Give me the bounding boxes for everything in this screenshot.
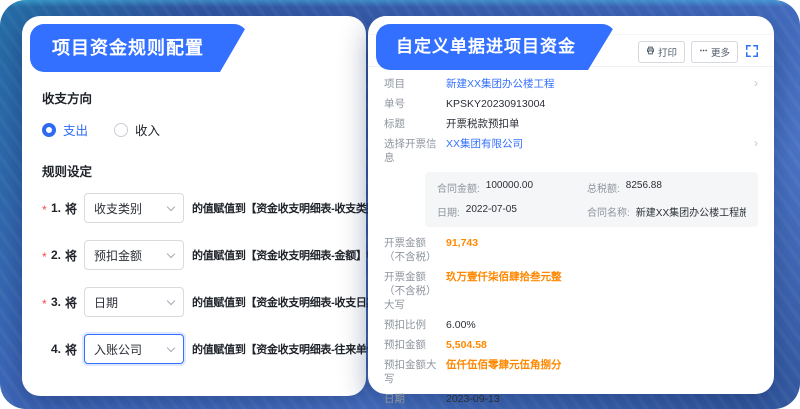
rule-row-1: * 1. 将 收支类别 的值赋值到【资金收支明细表-收支类别】中	[42, 193, 354, 223]
field-row-invoice-amount-caps: 开票金额（不含税）大写 玖万壹仟柒佰肆拾叁元整	[368, 267, 774, 315]
rule-3-field-select[interactable]: 日期	[84, 287, 184, 317]
rule-2-field-select[interactable]: 预扣金额	[84, 240, 184, 270]
field-row-withhold-ratio: 预扣比例 6.00%	[368, 315, 774, 335]
contract-tax: 总税额: 8256.88	[587, 180, 746, 195]
contract-name-label: 合同名称:	[587, 204, 630, 219]
chevron-down-icon	[167, 296, 175, 304]
contract-tax-value: 8256.88	[626, 180, 662, 195]
radio-expense-label: 支出	[63, 120, 88, 139]
required-asterisk: *	[42, 250, 51, 264]
invoice-amount-value: 91,743	[446, 236, 478, 250]
printer-icon	[646, 46, 655, 58]
contract-date-label: 日期:	[437, 204, 460, 219]
field-label: 日期	[384, 392, 446, 406]
contract-name-value: 新建XX集团办公楼工程施工总承包合同	[636, 204, 746, 219]
direction-section-label: 收支方向	[42, 88, 354, 107]
contract-name: 合同名称: 新建XX集团办公楼工程施工总承包合同	[587, 204, 746, 219]
field-label: 单号	[384, 97, 446, 111]
field-label: 预扣金额	[384, 338, 446, 352]
radio-income-label: 收入	[135, 120, 160, 139]
select-value: 预扣金额	[94, 247, 142, 264]
radio-income[interactable]: 收入	[114, 120, 160, 139]
rule-row-2: * 2. 将 预扣金额 的值赋值到【资金收支明细表-金额】中	[42, 240, 354, 270]
field-label: 项目	[384, 77, 446, 91]
rule-index: 4.	[51, 342, 61, 356]
panel-title-badge: 自定义单据进项目资金	[376, 24, 616, 70]
detail-fields: 项目 新建XX集团办公楼工程 › 单号 KPSKY20230913004 标题 …	[368, 67, 774, 409]
marketing-frame: 项目资金规则配置 收支方向 支出 收入 规则设定 * 1. 将	[0, 0, 800, 409]
contract-date-value: 2022-07-05	[466, 204, 517, 219]
required-asterisk: *	[42, 297, 51, 311]
document-detail-panel: 自定义单据进项目资金 打印 更多 基本信息 审批记录	[368, 16, 774, 394]
contract-summary-box: 合同金额: 100000.00 总税额: 8256.88 日期: 2022-07…	[425, 172, 758, 227]
rule-config-panel: 项目资金规则配置 收支方向 支出 收入 规则设定 * 1. 将	[22, 16, 366, 396]
more-button-label: 更多	[711, 45, 730, 59]
rule-prefix: 将	[65, 341, 77, 358]
withhold-ratio-value: 6.00%	[446, 318, 476, 332]
field-row-project: 项目 新建XX集团办公楼工程 ›	[368, 74, 774, 94]
rule-prefix: 将	[65, 294, 77, 311]
print-button-label: 打印	[658, 45, 677, 59]
contract-amount-label: 合同金额:	[437, 180, 480, 195]
contract-date: 日期: 2022-07-05	[437, 204, 587, 219]
direction-radio-group: 支出 收入	[42, 120, 354, 139]
field-row-withhold-amount: 预扣金额 5,504.58	[368, 335, 774, 355]
field-label: 开票金额（不含税）	[384, 236, 446, 264]
radio-expense[interactable]: 支出	[42, 120, 88, 139]
chevron-down-icon	[167, 343, 175, 351]
rules-section-label: 规则设定	[42, 161, 354, 180]
contract-tax-label: 总税额:	[587, 180, 620, 195]
radio-unselected-icon	[114, 123, 128, 137]
more-button[interactable]: 更多	[691, 41, 738, 63]
select-value: 收支类别	[94, 200, 142, 217]
contract-amount-value: 100000.00	[486, 180, 533, 195]
rule-prefix: 将	[65, 247, 77, 264]
field-row-invoice-info: 选择开票信息 XX集团有限公司 ›	[368, 134, 774, 168]
withhold-amount-value: 5,504.58	[446, 338, 487, 352]
rule-index: 2.	[51, 248, 61, 262]
rule-4-field-select[interactable]: 入账公司	[84, 334, 184, 364]
field-label: 预扣金额大写	[384, 358, 446, 386]
rule-suffix: 的值赋值到【资金收支明细表-金额】中	[192, 247, 377, 263]
chevron-down-icon	[167, 249, 175, 257]
header-toolbar: 打印 更多	[638, 41, 760, 63]
rule-1-field-select[interactable]: 收支类别	[84, 193, 184, 223]
rule-row-4: * 4. 将 入账公司 的值赋值到【资金收支明细表-往来单位】中	[42, 334, 354, 364]
field-row-withhold-amount-caps: 预扣金额大写 伍仟伍佰零肆元伍角捌分	[368, 355, 774, 389]
field-row-doc-no: 单号 KPSKY20230913004	[368, 94, 774, 114]
project-link[interactable]: 新建XX集团办公楼工程	[446, 77, 555, 91]
panel-title-badge: 项目资金规则配置	[30, 24, 248, 72]
rule-row-3: * 3. 将 日期 的值赋值到【资金收支明细表-收支日期】中	[42, 287, 354, 317]
field-value: 开票税款预扣单	[446, 117, 520, 131]
rule-index: 3.	[51, 295, 61, 309]
required-asterisk: *	[42, 203, 51, 217]
fullscreen-icon	[745, 44, 759, 61]
withhold-amount-caps-value: 伍仟伍佰零肆元伍角捌分	[446, 358, 562, 372]
field-row-invoice-amount: 开票金额（不含税） 91,743	[368, 233, 774, 267]
invoice-amount-caps-value: 玖万壹仟柒佰肆拾叁元整	[446, 270, 562, 284]
field-row-date: 日期 2023-09-13	[368, 389, 774, 409]
field-label: 预扣比例	[384, 318, 446, 332]
field-row-title: 标题 开票税款预扣单	[368, 114, 774, 134]
field-label: 标题	[384, 117, 446, 131]
chevron-down-icon	[167, 202, 175, 210]
radio-selected-icon	[42, 123, 56, 137]
print-button[interactable]: 打印	[638, 41, 685, 63]
field-label: 选择开票信息	[384, 137, 446, 165]
select-value: 入账公司	[94, 341, 142, 358]
contract-amount: 合同金额: 100000.00	[437, 180, 587, 195]
field-label: 开票金额（不含税）大写	[384, 270, 446, 312]
rules-list: * 1. 将 收支类别 的值赋值到【资金收支明细表-收支类别】中 * 2. 将 …	[42, 193, 354, 364]
rule-prefix: 将	[65, 200, 77, 217]
rule-index: 1.	[51, 201, 61, 215]
chevron-right-icon[interactable]: ›	[754, 77, 758, 90]
invoice-company-link[interactable]: XX集团有限公司	[446, 137, 523, 151]
date-value: 2023-09-13	[446, 392, 500, 406]
chevron-right-icon[interactable]: ›	[754, 137, 758, 150]
field-value: KPSKY20230913004	[446, 97, 545, 111]
more-icon	[699, 46, 708, 58]
fullscreen-button[interactable]	[744, 43, 760, 62]
select-value: 日期	[94, 294, 118, 311]
